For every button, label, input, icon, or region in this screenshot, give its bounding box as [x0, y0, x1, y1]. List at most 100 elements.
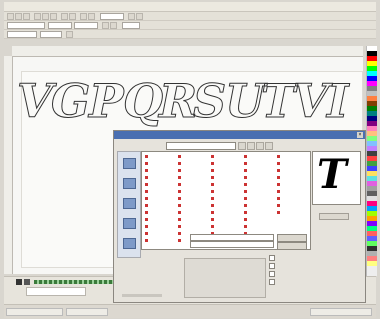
file-item[interactable]	[145, 238, 177, 242]
file-name-input[interactable]	[190, 234, 274, 241]
look-in-select[interactable]	[166, 142, 236, 150]
file-item[interactable]	[211, 168, 243, 172]
file-item[interactable]	[244, 203, 276, 207]
file-item[interactable]	[211, 175, 243, 179]
file-item[interactable]	[178, 196, 210, 200]
new-icon[interactable]	[7, 13, 14, 20]
file-item[interactable]	[277, 161, 309, 165]
file-item[interactable]	[145, 231, 177, 235]
open-icon[interactable]	[15, 13, 22, 20]
file-item[interactable]	[145, 154, 177, 158]
width-field[interactable]	[48, 22, 72, 29]
file-item[interactable]	[178, 203, 210, 207]
file-item[interactable]	[211, 217, 243, 221]
snap-icon[interactable]	[128, 13, 135, 20]
file-item[interactable]	[178, 161, 210, 165]
file-item[interactable]	[277, 210, 309, 214]
file-item[interactable]	[145, 175, 177, 179]
file-item[interactable]	[145, 189, 177, 193]
file-item[interactable]	[244, 217, 276, 221]
file-item[interactable]	[277, 175, 309, 179]
file-item[interactable]	[211, 210, 243, 214]
my-computer-icon[interactable]	[123, 218, 136, 229]
open-button[interactable]	[277, 234, 307, 242]
option-checkbox[interactable]	[269, 255, 275, 261]
preview-options-button[interactable]	[319, 213, 349, 220]
file-item[interactable]	[178, 168, 210, 172]
file-item[interactable]	[244, 154, 276, 158]
file-item[interactable]	[145, 161, 177, 165]
zoom-select[interactable]	[100, 13, 124, 20]
file-item[interactable]	[145, 168, 177, 172]
documents-icon[interactable]	[123, 198, 136, 209]
file-item[interactable]	[178, 154, 210, 158]
file-item[interactable]	[178, 189, 210, 193]
outline-text-art[interactable]: V G P Q R S U T V I	[13, 71, 363, 131]
copy-icon[interactable]	[42, 13, 49, 20]
file-item[interactable]	[277, 154, 309, 158]
file-item[interactable]	[178, 182, 210, 186]
file-item[interactable]	[244, 161, 276, 165]
file-item[interactable]	[145, 224, 177, 228]
file-item[interactable]	[244, 168, 276, 172]
options-icon[interactable]	[136, 13, 143, 20]
cancel-button[interactable]	[277, 242, 307, 250]
file-item[interactable]	[277, 168, 309, 172]
file-item[interactable]	[211, 196, 243, 200]
option-checkbox[interactable]	[269, 263, 275, 269]
paste-icon[interactable]	[50, 13, 57, 20]
redo-icon[interactable]	[69, 13, 76, 20]
file-item[interactable]	[178, 217, 210, 221]
file-item[interactable]	[145, 182, 177, 186]
up-folder-icon[interactable]	[247, 142, 255, 150]
file-item[interactable]	[244, 175, 276, 179]
file-item[interactable]	[211, 189, 243, 193]
file-item[interactable]	[244, 224, 276, 228]
recent-places-icon[interactable]	[123, 158, 136, 169]
view-menu-icon[interactable]	[265, 142, 273, 150]
file-item[interactable]	[178, 210, 210, 214]
new-folder-icon[interactable]	[256, 142, 264, 150]
page-tab[interactable]	[26, 287, 86, 296]
save-icon[interactable]	[23, 13, 30, 20]
desktop-icon[interactable]	[123, 178, 136, 189]
file-type-select[interactable]	[190, 241, 274, 248]
network-icon[interactable]	[123, 238, 136, 249]
landscape-icon[interactable]	[110, 22, 117, 29]
cut-icon[interactable]	[34, 13, 41, 20]
close-icon[interactable]: ×	[357, 132, 363, 138]
file-item[interactable]	[244, 196, 276, 200]
portrait-icon[interactable]	[102, 22, 109, 29]
page-nav-first-icon[interactable]	[16, 279, 22, 285]
option-checkbox[interactable]	[269, 279, 275, 285]
option-checkbox[interactable]	[269, 271, 275, 277]
file-item[interactable]	[244, 189, 276, 193]
undo-icon[interactable]	[61, 13, 68, 20]
file-item[interactable]	[145, 210, 177, 214]
file-item[interactable]	[211, 154, 243, 158]
nudge-field[interactable]	[7, 31, 37, 38]
file-item[interactable]	[277, 182, 309, 186]
file-item[interactable]	[178, 175, 210, 179]
duplicate-distance-field[interactable]	[40, 31, 62, 38]
file-item[interactable]	[211, 224, 243, 228]
file-item[interactable]	[277, 196, 309, 200]
file-item[interactable]	[178, 224, 210, 228]
file-item[interactable]	[211, 182, 243, 186]
page-nav-prev-icon[interactable]	[24, 279, 30, 285]
file-item[interactable]	[244, 182, 276, 186]
file-item[interactable]	[211, 161, 243, 165]
file-item[interactable]	[145, 203, 177, 207]
file-item[interactable]	[244, 210, 276, 214]
units-select[interactable]	[122, 22, 140, 29]
paper-size-select[interactable]	[7, 22, 45, 29]
file-item[interactable]	[277, 203, 309, 207]
file-item[interactable]	[211, 203, 243, 207]
import-icon[interactable]	[80, 13, 87, 20]
export-icon[interactable]	[88, 13, 95, 20]
file-item[interactable]	[277, 189, 309, 193]
file-item[interactable]	[145, 217, 177, 221]
back-icon[interactable]	[238, 142, 246, 150]
height-field[interactable]	[74, 22, 98, 29]
file-item[interactable]	[145, 196, 177, 200]
